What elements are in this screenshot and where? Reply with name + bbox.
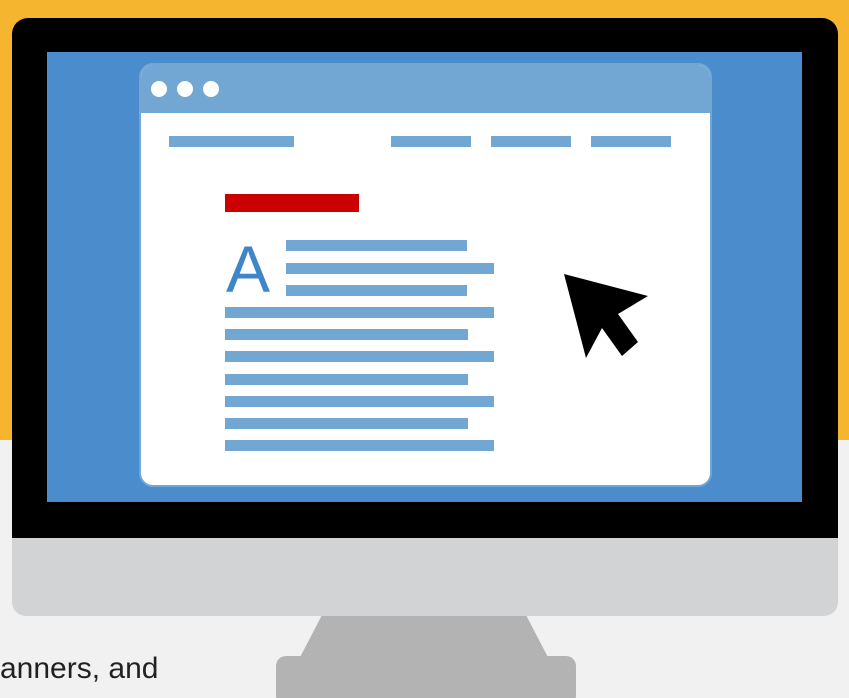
cursor-shape: [564, 274, 648, 358]
text-line-placeholder: [286, 285, 467, 296]
text-line-placeholder: [225, 351, 494, 362]
text-line-placeholder: [225, 307, 494, 318]
text-line-placeholder: [286, 240, 467, 251]
nav-link-placeholder: [391, 136, 471, 147]
nav-logo-placeholder: [169, 136, 294, 147]
caption-text: anners, and: [0, 652, 159, 685]
stand-base: [276, 656, 576, 698]
drop-cap-letter: A: [226, 232, 271, 306]
text-line-placeholder: [225, 440, 494, 451]
window-dot-icon: [151, 81, 167, 97]
text-line-placeholder: [225, 418, 468, 429]
headline-placeholder: [225, 194, 359, 212]
window-titlebar: [141, 65, 710, 113]
text-line-placeholder: [225, 329, 468, 340]
window-dot-icon: [203, 81, 219, 97]
mouse-pointer-icon: [564, 274, 648, 358]
nav-link-placeholder: [591, 136, 671, 147]
text-line-placeholder: [225, 374, 468, 385]
nav-link-placeholder: [491, 136, 571, 147]
text-line-placeholder: [225, 396, 494, 407]
window-dot-icon: [177, 81, 193, 97]
text-line-placeholder: [286, 263, 494, 274]
